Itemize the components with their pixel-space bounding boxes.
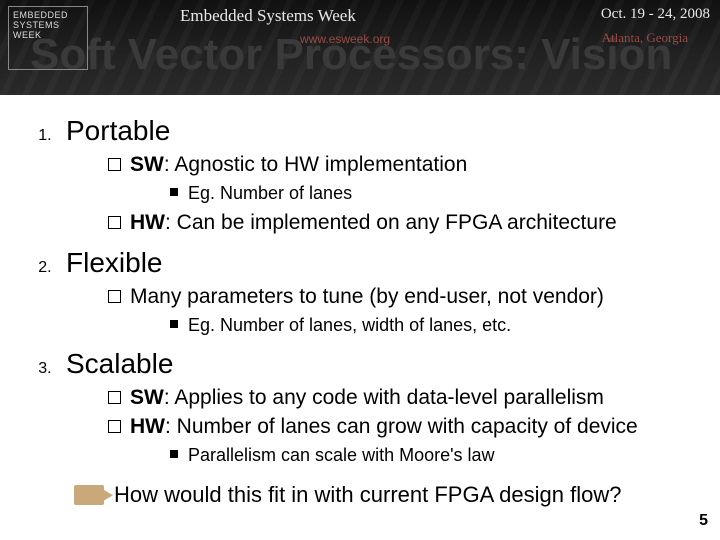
hw-label: HW xyxy=(130,211,165,234)
banner-url: www.esweek.org xyxy=(300,32,390,46)
flexible-params-text: Many parameters to tune (by end-user, no… xyxy=(130,285,604,308)
final-question-row: How would this fit in with current FPGA … xyxy=(74,482,690,508)
flexible-eg: Eg. Number of lanes, width of lanes, etc… xyxy=(170,313,690,338)
final-question: How would this fit in with current FPGA … xyxy=(114,482,621,508)
logo-line3: WEEK xyxy=(13,31,83,41)
scalable-eg-list: Parallelism can scale with Moore's law xyxy=(170,443,690,468)
portable-hw: HW: Can be implemented on any FPGA archi… xyxy=(108,209,690,237)
sw-label: SW xyxy=(130,153,164,176)
banner-dates: Oct. 19 - 24, 2008 xyxy=(601,6,710,26)
flexible-eg-list: Eg. Number of lanes, width of lanes, etc… xyxy=(170,313,690,338)
scalable-sw-text: : Applies to any code with data-level pa… xyxy=(164,386,604,409)
pointing-hand-icon xyxy=(74,485,104,505)
heading-flexible: Flexible xyxy=(66,247,162,278)
portable-sw-eg: Eg. Number of lanes xyxy=(170,181,690,206)
portable-sw-text: : Agnostic to HW implementation xyxy=(164,153,467,176)
banner-event-name: Embedded Systems Week xyxy=(180,6,356,26)
portable-hw-text: : Can be implemented on any FPGA archite… xyxy=(165,211,617,234)
sw-label-2: SW xyxy=(130,386,164,409)
banner-location: Atlanta, Georgia xyxy=(602,30,688,46)
item-scalable: Scalable SW: Applies to any code with da… xyxy=(56,348,690,468)
item-portable: Portable SW: Agnostic to HW implementati… xyxy=(56,115,690,237)
slide-body: Portable SW: Agnostic to HW implementati… xyxy=(0,95,720,508)
heading-scalable: Scalable xyxy=(66,348,173,379)
portable-sw: SW: Agnostic to HW implementation Eg. Nu… xyxy=(108,151,690,207)
esweek-logo: EMBEDDED SYSTEMS WEEK xyxy=(8,6,88,70)
portable-sublist: SW: Agnostic to HW implementation Eg. Nu… xyxy=(108,151,690,237)
item-flexible: Flexible Many parameters to tune (by end… xyxy=(56,247,690,339)
flexible-params: Many parameters to tune (by end-user, no… xyxy=(108,283,690,339)
conference-banner: Soft Vector Processors: Vision EMBEDDED … xyxy=(0,0,720,95)
scalable-sublist: SW: Applies to any code with data-level … xyxy=(108,384,690,468)
scalable-hw: HW: Number of lanes can grow with capaci… xyxy=(108,413,690,469)
portable-sw-eg-list: Eg. Number of lanes xyxy=(170,181,690,206)
scalable-hw-text: : Number of lanes can grow with capacity… xyxy=(165,415,638,438)
flexible-sublist: Many parameters to tune (by end-user, no… xyxy=(108,283,690,339)
page-number: 5 xyxy=(699,512,708,530)
scalable-eg: Parallelism can scale with Moore's law xyxy=(170,443,690,468)
main-ordered-list: Portable SW: Agnostic to HW implementati… xyxy=(56,115,690,468)
heading-portable: Portable xyxy=(66,115,170,146)
hw-label-2: HW xyxy=(130,415,165,438)
scalable-sw: SW: Applies to any code with data-level … xyxy=(108,384,690,412)
